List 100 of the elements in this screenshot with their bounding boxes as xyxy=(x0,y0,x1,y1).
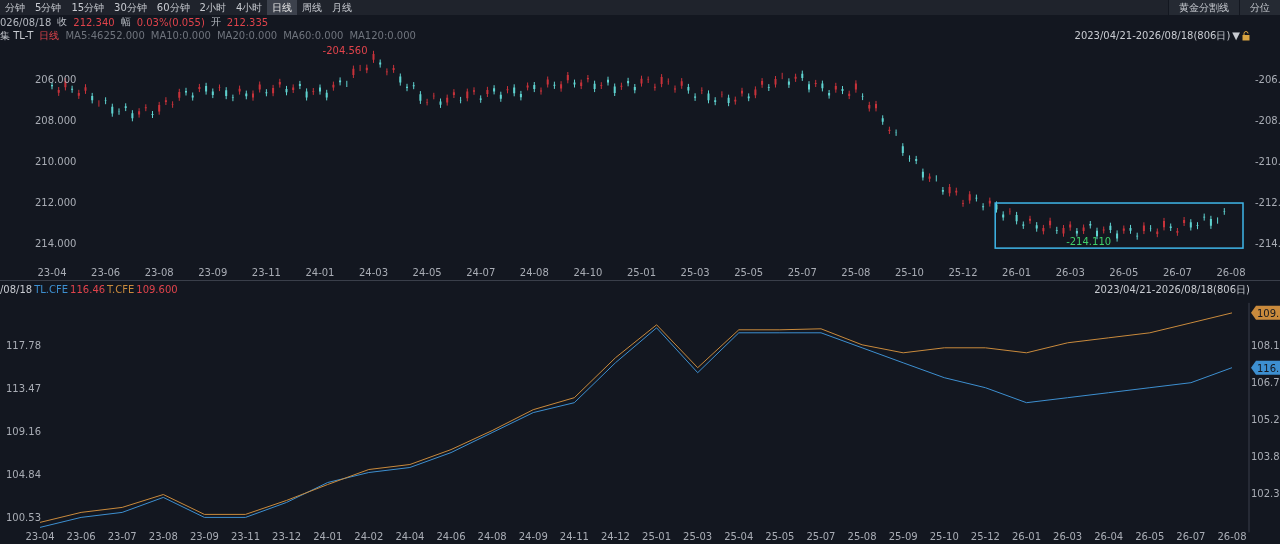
legend-series-name: T.CFE xyxy=(107,284,135,295)
legend-date: /08/18 xyxy=(0,284,33,295)
close-label: 收 xyxy=(57,15,68,29)
price-tag: 109. xyxy=(1251,305,1280,320)
y-axis-label: 100.53 xyxy=(6,512,41,524)
x-axis-label: 26-07 xyxy=(1162,267,1192,278)
x-axis-label: 24-12 xyxy=(600,531,630,542)
y-axis-label: 104.84 xyxy=(6,469,41,481)
indicator-value: MA5:46252.000 xyxy=(65,30,145,41)
x-axis-label: 23-06 xyxy=(91,267,121,278)
y-axis-label: 212.000 xyxy=(35,197,77,208)
y-axis-label: 108.1 xyxy=(1251,340,1280,351)
period-tab[interactable]: 30分钟 xyxy=(109,0,152,15)
period-tab[interactable]: 60分钟 xyxy=(151,0,195,15)
x-axis-label: 23-11 xyxy=(231,531,261,542)
x-axis-label: 24-06 xyxy=(436,531,466,542)
price-tag: 116. xyxy=(1251,360,1280,375)
chart-title: 集 TL-T xyxy=(0,28,34,43)
y-axis-label: 109.16 xyxy=(6,426,41,437)
x-axis-label: 25-10 xyxy=(894,267,924,278)
date-range: 2023/04/21-2026/08/18(806日) xyxy=(1074,28,1231,43)
period-tab[interactable]: 5分钟 xyxy=(30,0,67,15)
y-axis-label: -212. xyxy=(1255,197,1280,208)
x-axis-label: 25-05 xyxy=(765,531,795,542)
open-label: 开 xyxy=(210,15,221,29)
date-range: 2023/04/21-2026/08/18(806日) xyxy=(1094,282,1250,297)
x-axis-label: 25-04 xyxy=(724,531,754,542)
x-axis-label: 25-08 xyxy=(841,267,871,278)
period-tab[interactable]: 月线 xyxy=(327,0,358,15)
y-axis-label: -210. xyxy=(1255,156,1280,167)
x-axis-label: 26-01 xyxy=(1002,267,1032,278)
price-mark: -214.110 xyxy=(1066,235,1112,247)
period-tab[interactable]: 周线 xyxy=(297,0,328,15)
x-axis-label: 24-02 xyxy=(354,531,384,542)
x-axis-label: 25-08 xyxy=(847,531,877,542)
period-tab[interactable]: 2小时 xyxy=(194,0,231,15)
x-axis-label: 24-09 xyxy=(518,531,548,542)
indicator-value: MA120:0.000 xyxy=(349,30,416,41)
legend-series-value: 116.46 xyxy=(70,284,106,295)
legend-series-name: TL.CFE xyxy=(34,284,69,295)
x-axis-label: 23-11 xyxy=(251,267,281,278)
x-axis-label: 25-09 xyxy=(888,531,918,542)
x-axis-label: 25-12 xyxy=(970,531,1000,542)
x-axis-label: 25-12 xyxy=(948,267,978,278)
y-axis-label: 113.47 xyxy=(6,383,41,394)
period-tab[interactable]: 日线 xyxy=(267,0,298,15)
x-axis-label: 25-07 xyxy=(806,531,836,542)
y-axis-label: 117.78 xyxy=(6,340,41,351)
y-axis-label: 106.7 xyxy=(1251,377,1280,388)
x-axis-label: 24-08 xyxy=(519,267,549,278)
x-axis-label: 26-05 xyxy=(1109,267,1139,278)
x-axis-label: 24-11 xyxy=(559,531,589,542)
y-axis-label: 103.8 xyxy=(1251,451,1280,462)
indicator-value: MA10:0.000 xyxy=(150,30,211,41)
x-axis-label: 25-03 xyxy=(683,531,713,542)
x-axis-label: 23-07 xyxy=(107,531,137,542)
x-axis-label: 23-04 xyxy=(37,267,67,278)
period-tab[interactable]: 4小时 xyxy=(230,0,268,15)
change-value: 0.03%(0.055) xyxy=(136,16,205,28)
y-axis-label: 214.000 xyxy=(35,238,77,249)
y-axis-label: 208.000 xyxy=(35,115,77,126)
x-axis-label: 25-03 xyxy=(680,267,710,278)
x-axis-label: 23-12 xyxy=(272,531,302,542)
period-tab[interactable]: 分钟 xyxy=(0,0,30,15)
x-axis-label: 25-01 xyxy=(642,531,672,542)
x-axis-label: 24-03 xyxy=(359,267,389,278)
quote-date: 026/08/18 xyxy=(0,16,52,28)
indicator-value: MA60:0.000 xyxy=(283,30,344,41)
x-axis-label: 23-08 xyxy=(144,267,174,278)
x-axis-label: 23-09 xyxy=(189,531,219,542)
x-axis-label: 23-06 xyxy=(66,531,96,542)
lock-icon[interactable] xyxy=(1242,30,1250,41)
y-axis-label: -214. xyxy=(1255,238,1280,249)
legend-series-value: 109.600 xyxy=(136,284,178,295)
tool-button[interactable]: 分位 xyxy=(1239,0,1280,15)
y-axis-label: 206.000 xyxy=(35,74,77,85)
x-axis-label: 24-07 xyxy=(466,267,496,278)
x-axis-label: 23-04 xyxy=(25,531,55,542)
tool-button[interactable]: 黄金分割线 xyxy=(1168,0,1239,15)
period-tab[interactable]: 15分钟 xyxy=(66,0,110,15)
change-label: 幅 xyxy=(120,15,131,29)
x-axis-label: 24-04 xyxy=(395,531,425,542)
y-axis-label: 105.2 xyxy=(1251,414,1280,425)
x-axis-label: 24-10 xyxy=(573,267,603,278)
x-axis-label: 24-01 xyxy=(313,531,343,542)
x-axis-label: 25-01 xyxy=(626,267,657,278)
x-axis-label: 25-10 xyxy=(929,531,959,542)
x-axis-label: 24-05 xyxy=(412,267,442,278)
dropdown-arrow[interactable]: ▼ xyxy=(1232,30,1240,41)
x-axis-label: 26-08 xyxy=(1216,267,1246,278)
price-mark: -204.560 xyxy=(322,44,368,56)
indicator-value: MA20:0.000 xyxy=(216,30,278,41)
y-axis-label: -208. xyxy=(1255,115,1280,126)
x-axis-label: 26-07 xyxy=(1176,531,1206,542)
x-axis-label: 26-01 xyxy=(1011,531,1041,542)
x-axis-label: 26-03 xyxy=(1053,531,1083,542)
y-axis-label: 210.000 xyxy=(35,156,77,167)
x-axis-label: 24-08 xyxy=(477,531,507,542)
open-value: 212.335 xyxy=(226,16,269,28)
x-axis-label: 25-07 xyxy=(787,267,817,278)
